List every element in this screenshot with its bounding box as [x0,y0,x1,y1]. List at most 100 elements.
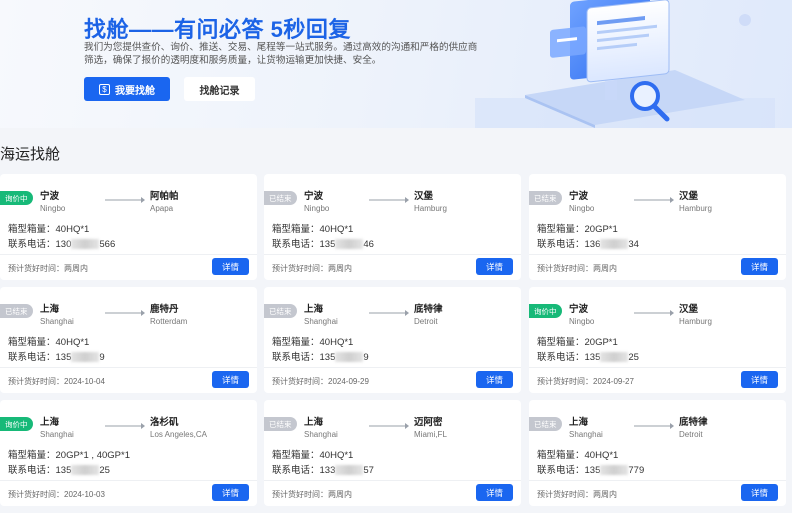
detail-button[interactable]: 详情 [476,371,513,388]
inquiry-card[interactable]: 已结束 上海 Shanghai 迈阿密 Miami,FL 箱型箱量：40HQ*1… [264,400,521,506]
detail-button[interactable]: 详情 [212,371,249,388]
destination-name: 迈阿密 [414,417,443,428]
phone-row: 联系电话：135 25 [537,349,639,363]
phone-prefix: 135 [584,465,601,476]
phone-prefix: 135 [584,352,601,363]
search-history-button[interactable]: 找舱记录 [184,77,255,101]
estimate-label: 预计货好时间： [8,377,64,386]
estimate-value: 两周内 [64,264,88,273]
inquiry-card[interactable]: 已结束 宁波 Ningbo 汉堡 Hamburg 箱型箱量：40HQ*1 联系电… [264,174,521,280]
phone-label: 联系电话： [272,465,320,476]
phone-mask [600,352,629,363]
container-row: 箱型箱量：40HQ*1 [537,447,618,461]
container-label: 箱型箱量： [272,450,320,461]
estimate-row: 预计货好时间：2024-09-29 [272,376,369,387]
phone-mask [335,239,364,250]
origin-name-en: Ningbo [40,204,66,213]
destination-name-en: Hamburg [679,204,712,213]
banner-title: 找舱——有问必答 5秒回复 [84,17,351,42]
destination-port: 底特律 Detroit [414,301,514,326]
estimate-label: 预计货好时间： [272,264,328,273]
inquiry-card[interactable]: 询价中 宁波 Ningbo 阿帕帕 Apapa 箱型箱量：40HQ*1 联系电话… [0,174,257,280]
container-value: 40HQ*1 [584,450,619,461]
detail-button[interactable]: 详情 [741,371,778,388]
destination-name-en: Los Angeles,CA [150,430,207,439]
phone-suffix: 9 [363,352,369,363]
inquiry-card[interactable]: 已结束 上海 Shanghai 底特律 Detroit 箱型箱量：40HQ*1 … [264,287,521,393]
phone-suffix: 9 [99,352,105,363]
destination-port: 底特律 Detroit [679,414,779,439]
phone-suffix: 566 [99,239,116,250]
origin-name-en: Shanghai [304,430,338,439]
container-row: 箱型箱量：20GP*1 [537,221,618,235]
card-divider [0,480,257,481]
destination-port: 迈阿密 Miami,FL [414,414,514,439]
detail-button[interactable]: 详情 [741,258,778,275]
find-space-button[interactable]: $ 我要找舱 [84,77,170,101]
origin-name-en: Shanghai [569,430,603,439]
destination-name-en: Detroit [414,317,438,326]
inquiry-card[interactable]: 已结束 上海 Shanghai 底特律 Detroit 箱型箱量：40HQ*1 … [529,400,786,506]
estimate-row: 预计货好时间：两周内 [272,489,352,500]
origin-name-en: Shanghai [304,317,338,326]
detail-button[interactable]: 详情 [212,484,249,501]
estimate-row: 预计货好时间：两周内 [272,263,352,274]
route-arrow-icon [105,197,145,203]
phone-suffix: 57 [363,465,374,476]
destination-name-en: Hamburg [414,204,447,213]
phone-label: 联系电话： [272,352,320,363]
phone-label: 联系电话： [8,239,56,250]
route-arrow-icon [369,197,409,203]
inquiry-card[interactable]: 询价中 上海 Shanghai 洛杉矶 Los Angeles,CA 箱型箱量：… [0,400,257,506]
card-divider [529,254,786,255]
phone-prefix: 135 [319,352,336,363]
destination-name: 鹿特丹 [150,304,179,315]
status-badge: 询价中 [529,304,562,318]
inquiry-card[interactable]: 询价中 宁波 Ningbo 汉堡 Hamburg 箱型箱量：20GP*1 联系电… [529,287,786,393]
estimate-value: 两周内 [593,264,617,273]
destination-port: 鹿特丹 Rotterdam [150,301,250,326]
estimate-row: 预计货好时间：两周内 [8,263,88,274]
find-space-label: 我要找舱 [115,85,155,97]
estimate-row: 预计货好时间：2024-09-27 [537,376,634,387]
estimate-value: 两周内 [328,264,352,273]
phone-label: 联系电话： [272,239,320,250]
estimate-value: 2024-09-27 [593,377,634,386]
detail-button[interactable]: 详情 [741,484,778,501]
detail-button[interactable]: 详情 [212,258,249,275]
detail-button[interactable]: 详情 [476,484,513,501]
status-badge: 已结束 [264,191,297,205]
estimate-row: 预计货好时间：两周内 [537,489,617,500]
origin-name-en: Ningbo [569,317,595,326]
destination-name: 洛杉矶 [150,417,179,428]
container-value: 20GP*1 , 40GP*1 [55,450,130,461]
phone-mask [600,239,629,250]
estimate-label: 预计货好时间： [537,377,593,386]
estimate-value: 两周内 [593,490,617,499]
phone-row: 联系电话：130 566 [8,236,115,250]
status-badge: 询价中 [0,191,33,205]
dollar-icon: $ [99,83,110,95]
phone-mask [71,465,100,476]
phone-label: 联系电话： [537,465,585,476]
phone-mask [335,465,364,476]
phone-row: 联系电话：135 9 [272,349,369,363]
estimate-label: 预计货好时间： [537,490,593,499]
hero-banner: 找舱——有问必答 5秒回复 我们为您提供查价、询价、推送、交易、尾程等一站式服务… [0,0,792,128]
phone-row: 联系电话：135 46 [272,236,374,250]
document-search-illustration [475,0,775,128]
phone-suffix: 34 [628,239,639,250]
destination-port: 阿帕帕 Apapa [150,188,250,213]
detail-button[interactable]: 详情 [476,258,513,275]
route-arrow-icon [634,310,674,316]
destination-name: 汉堡 [679,191,699,202]
destination-name: 底特律 [679,417,708,428]
container-label: 箱型箱量： [8,337,56,348]
inquiry-card[interactable]: 已结束 上海 Shanghai 鹿特丹 Rotterdam 箱型箱量：40HQ*… [0,287,257,393]
card-divider [529,480,786,481]
card-divider [0,254,257,255]
inquiry-card[interactable]: 已结束 宁波 Ningbo 汉堡 Hamburg 箱型箱量：20GP*1 联系电… [529,174,786,280]
section-title: 海运找舱 [0,146,61,163]
phone-label: 联系电话： [8,465,56,476]
phone-label: 联系电话： [537,239,585,250]
